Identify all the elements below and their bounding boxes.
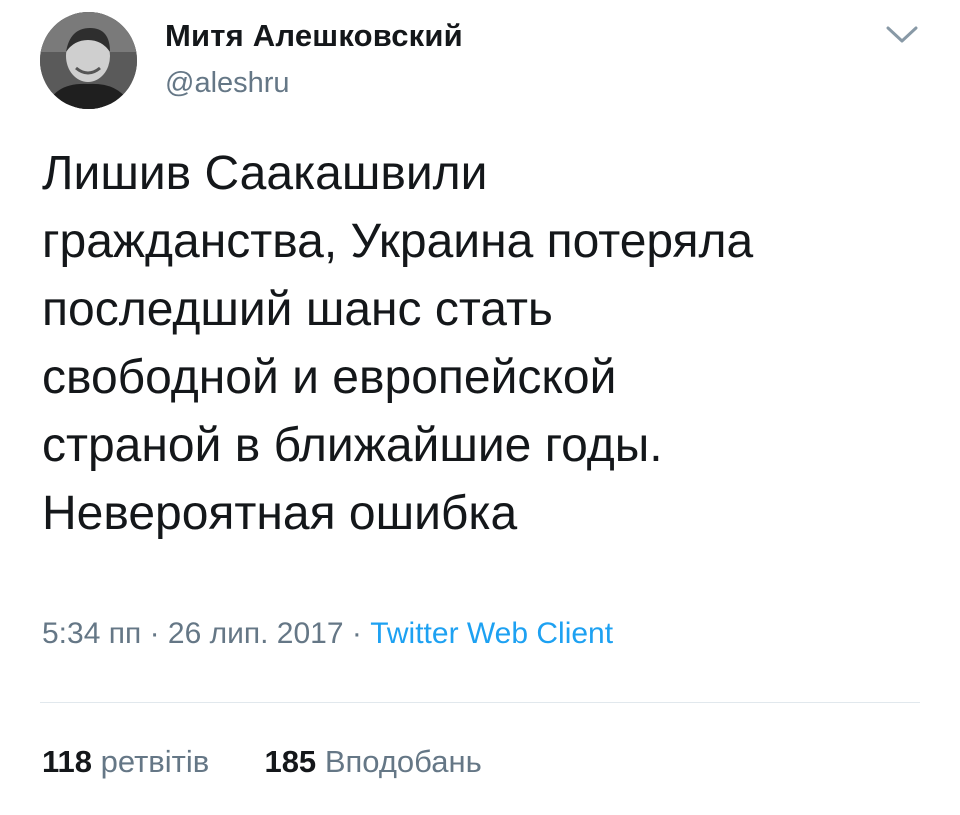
tweet-client-link[interactable]: Twitter Web Client <box>370 617 613 650</box>
likes-stat[interactable]: 185 Вподобань <box>264 744 481 779</box>
tweet-text-line: Лишив Саакашвили <box>42 147 488 200</box>
retweets-label: ретвітів <box>100 744 210 779</box>
chevron-down-icon[interactable] <box>884 24 920 46</box>
meta-separator: · <box>351 617 362 650</box>
author-name[interactable]: Митя Алешковский <box>165 18 463 54</box>
tweet-text-line: Невероятная ошибка <box>42 487 518 540</box>
tweet-text-line: последший шанс стать <box>42 283 553 336</box>
meta-separator: · <box>149 617 160 650</box>
tweet-stats: 118 ретвітів 185 Вподобань <box>42 744 482 780</box>
tweet-text-line: гражданства, Украина потеряла <box>42 215 754 268</box>
tweet-time[interactable]: 5:34 пп <box>42 617 141 650</box>
tweet-date[interactable]: 26 лип. 2017 <box>168 617 344 650</box>
avatar[interactable] <box>40 12 137 109</box>
tweet-text: Лишив Саакашвили гражданства, Украина по… <box>42 140 922 548</box>
likes-count: 185 <box>264 744 317 779</box>
author-handle[interactable]: @aleshru <box>165 67 290 100</box>
divider <box>40 702 920 703</box>
avatar-photo <box>40 12 137 109</box>
tweet-meta: 5:34 пп · 26 лип. 2017 · Twitter Web Cli… <box>42 617 613 651</box>
likes-label: Вподобань <box>324 744 482 779</box>
tweet-card: Митя Алешковский @aleshru Лишив Саакашви… <box>0 0 960 815</box>
retweets-stat[interactable]: 118 ретвітів <box>42 744 218 779</box>
retweets-count: 118 <box>42 744 93 779</box>
tweet-text-line: свободной и европейской <box>42 351 617 404</box>
tweet-text-line: страной в ближайшие годы. <box>42 419 663 472</box>
